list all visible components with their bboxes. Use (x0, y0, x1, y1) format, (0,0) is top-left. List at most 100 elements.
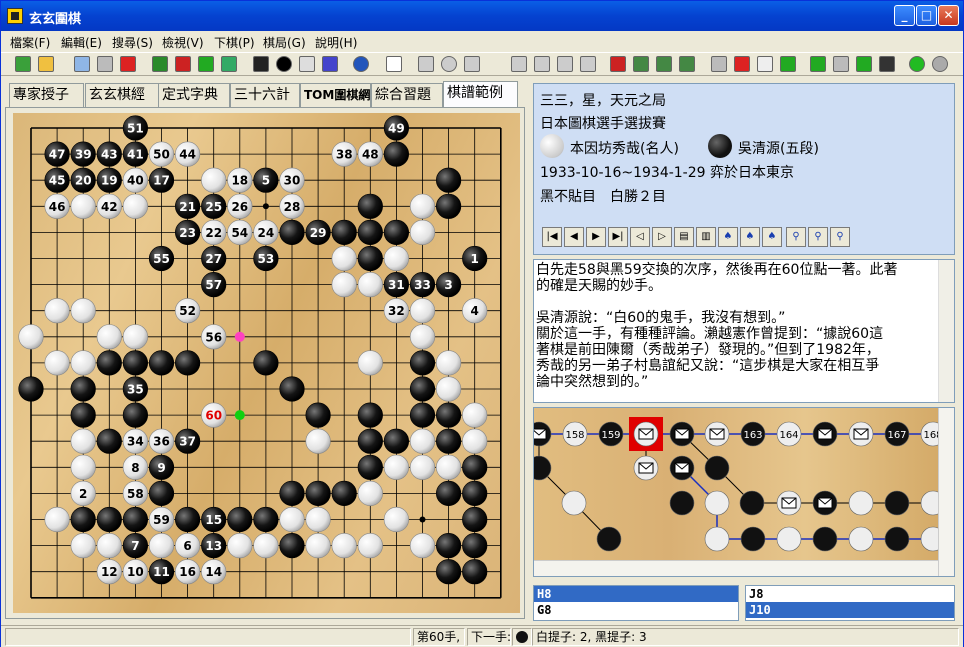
white-stone[interactable]: 28 (279, 193, 305, 219)
black-stone[interactable] (462, 454, 488, 480)
white-stone[interactable] (436, 350, 462, 376)
black-stone[interactable] (436, 559, 462, 585)
board-stones-icon[interactable] (856, 56, 872, 72)
white-stone[interactable] (305, 533, 331, 559)
swap-icon[interactable] (322, 56, 338, 72)
tree-node[interactable] (669, 455, 695, 481)
black-stone[interactable] (462, 480, 488, 507)
tree-node[interactable] (812, 421, 838, 447)
tree-node[interactable] (884, 526, 910, 552)
tree-node[interactable]: 163 (740, 421, 766, 447)
green-board-icon[interactable] (810, 56, 826, 72)
tree-node[interactable] (848, 421, 874, 447)
tree-node[interactable] (596, 526, 622, 552)
white-stone[interactable] (409, 219, 436, 245)
tree-node[interactable] (534, 455, 552, 481)
stones-red-icon[interactable] (656, 56, 672, 72)
white-stone[interactable]: 24 (253, 219, 279, 245)
white-stone[interactable] (357, 272, 383, 298)
white-stone[interactable] (44, 350, 70, 376)
black-stone[interactable] (279, 376, 305, 402)
coordinate-icon[interactable] (299, 56, 315, 72)
axis-icon[interactable] (386, 56, 402, 72)
black-stone[interactable] (70, 402, 96, 428)
white-stone[interactable]: 56 (201, 324, 227, 350)
comment-box[interactable]: 白先走58與黑59交換的次序，然後再在60位點一著。此著 的確是天賜的妙手。 吳清源… (533, 259, 955, 403)
menu-help[interactable]: 說明(H) (315, 34, 357, 51)
white-stone[interactable] (44, 506, 70, 533)
tree-node[interactable]: 164 (776, 421, 802, 447)
tree-node[interactable] (812, 490, 838, 516)
black-stone[interactable] (357, 428, 383, 454)
open-folder-icon[interactable] (38, 56, 54, 72)
white-stone[interactable] (331, 245, 357, 272)
first-move-icon[interactable]: |◀ (542, 227, 562, 247)
title-bar[interactable]: 玄玄圍棋 _ □ ✕ (1, 1, 963, 31)
black-stone[interactable] (462, 559, 488, 585)
tree-node[interactable] (669, 490, 695, 516)
white-stone[interactable] (44, 298, 70, 324)
white-stone[interactable]: 58 (122, 480, 148, 507)
settings-board-icon[interactable] (879, 56, 895, 72)
white-stone[interactable] (436, 376, 462, 402)
page-icon[interactable] (757, 56, 773, 72)
white-stone[interactable] (96, 533, 122, 559)
coord-item[interactable]: H8 (534, 586, 738, 602)
white-stone[interactable] (331, 533, 357, 559)
black-stone[interactable]: 57 (201, 272, 227, 298)
tree-node[interactable] (704, 455, 730, 481)
white-stone[interactable] (331, 272, 357, 298)
white-stone[interactable]: 2 (70, 480, 96, 507)
white-stone[interactable]: 22 (201, 219, 227, 245)
black-stone[interactable] (279, 219, 305, 245)
tab-36-strategies[interactable]: 三十六計 (230, 83, 300, 107)
white-stone[interactable]: 48 (357, 141, 383, 167)
undo-icon[interactable] (353, 56, 369, 72)
white-stone[interactable] (357, 533, 383, 559)
game-tree[interactable]: 158159163164167168 (534, 408, 940, 562)
black-stone[interactable] (357, 193, 383, 219)
white-stone[interactable] (148, 533, 175, 559)
alert-icon[interactable] (909, 56, 925, 72)
white-stone[interactable] (122, 193, 148, 219)
white-stone[interactable] (201, 167, 227, 193)
black-stone[interactable] (96, 350, 122, 376)
white-stone[interactable]: 44 (175, 141, 201, 167)
maximize-button[interactable]: □ (916, 5, 937, 26)
black-stone[interactable]: 39 (70, 141, 96, 167)
black-stone[interactable] (383, 428, 410, 454)
black-stone[interactable]: 9 (148, 454, 175, 480)
coord-list-right[interactable]: J8 J10 (745, 585, 955, 621)
tree-node[interactable]: 167 (884, 421, 910, 447)
next-move-icon[interactable]: ▶ (586, 227, 606, 247)
tree-node[interactable] (534, 421, 552, 447)
black-stone[interactable] (462, 506, 488, 533)
prev-variation-icon[interactable]: ◁ (630, 227, 650, 247)
black-stone[interactable] (96, 428, 122, 454)
next-comment-icon[interactable]: ▥ (696, 227, 716, 247)
stones-up-icon[interactable] (679, 56, 695, 72)
menu-play[interactable]: 下棋(P) (214, 34, 255, 51)
black-stone[interactable] (357, 402, 383, 428)
white-stone[interactable] (383, 245, 410, 272)
white-stone[interactable] (383, 506, 410, 533)
black-stone[interactable] (279, 480, 305, 507)
black-stone[interactable] (148, 480, 175, 507)
stones-icon[interactable] (633, 56, 649, 72)
white-stone[interactable]: 54 (227, 219, 253, 245)
tree-node[interactable] (739, 490, 765, 516)
black-stone[interactable]: 15 (201, 506, 227, 533)
black-stone[interactable] (436, 193, 462, 219)
white-stone[interactable]: 14 (201, 559, 227, 585)
white-stone[interactable]: 8 (122, 454, 148, 480)
black-stone[interactable]: 11 (148, 559, 175, 585)
black-stone[interactable] (70, 506, 96, 533)
white-stone[interactable] (462, 402, 488, 428)
white-stone[interactable] (305, 428, 331, 454)
black-stone[interactable]: 25 (201, 193, 227, 219)
white-stone[interactable]: 46 (44, 193, 70, 219)
tree-node[interactable] (704, 526, 730, 552)
mark-branch-icon[interactable]: ♠ (762, 227, 782, 247)
white-stone[interactable] (409, 454, 436, 480)
tree-node[interactable] (629, 417, 663, 451)
